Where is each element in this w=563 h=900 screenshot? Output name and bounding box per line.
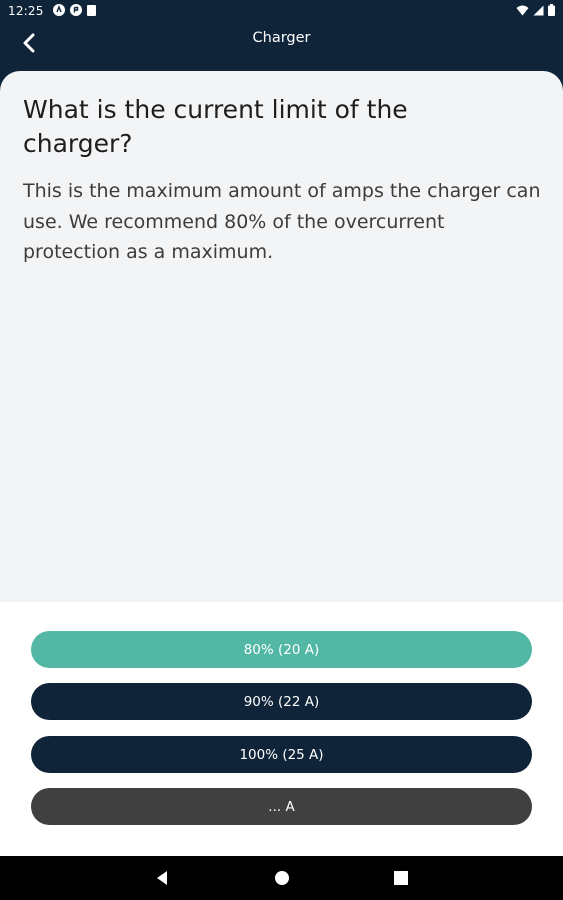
- wifi-icon: [516, 5, 529, 15]
- sd-card-icon: [87, 4, 96, 16]
- nav-home-button[interactable]: [273, 869, 291, 887]
- page-title: Charger: [252, 30, 311, 46]
- answer-button-100[interactable]: 100% (25 A): [31, 736, 532, 773]
- question-description: This is the maximum amount of amps the c…: [23, 180, 541, 263]
- answer-button-90[interactable]: 90% (22 A): [31, 683, 532, 720]
- back-triangle-icon: [157, 871, 167, 885]
- answers-panel: 80% (20 A) 90% (22 A) 100% (25 A) ... A: [0, 602, 563, 856]
- question-title: What is the current limit of the charger…: [23, 95, 408, 158]
- status-icons-right: [516, 4, 555, 16]
- recents-square-icon: [394, 871, 408, 885]
- nav-back-button[interactable]: [153, 869, 171, 887]
- app-circle-icon: [70, 4, 82, 16]
- battery-icon: [548, 4, 555, 16]
- notification-circle-icon: [53, 4, 65, 16]
- question-card: What is the current limit of the charger…: [0, 71, 563, 602]
- signal-icon: [533, 5, 544, 15]
- answer-button-80[interactable]: 80% (20 A): [31, 631, 532, 668]
- app-bar: Charger: [0, 22, 563, 72]
- status-time: 12:25: [8, 4, 44, 18]
- status-bar: 12:25: [0, 0, 563, 22]
- answer-button-custom[interactable]: ... A: [31, 788, 532, 825]
- status-icons-left: [53, 4, 96, 16]
- home-circle-icon: [275, 871, 289, 885]
- system-nav-bar: [0, 856, 563, 900]
- nav-recents-button[interactable]: [392, 869, 410, 887]
